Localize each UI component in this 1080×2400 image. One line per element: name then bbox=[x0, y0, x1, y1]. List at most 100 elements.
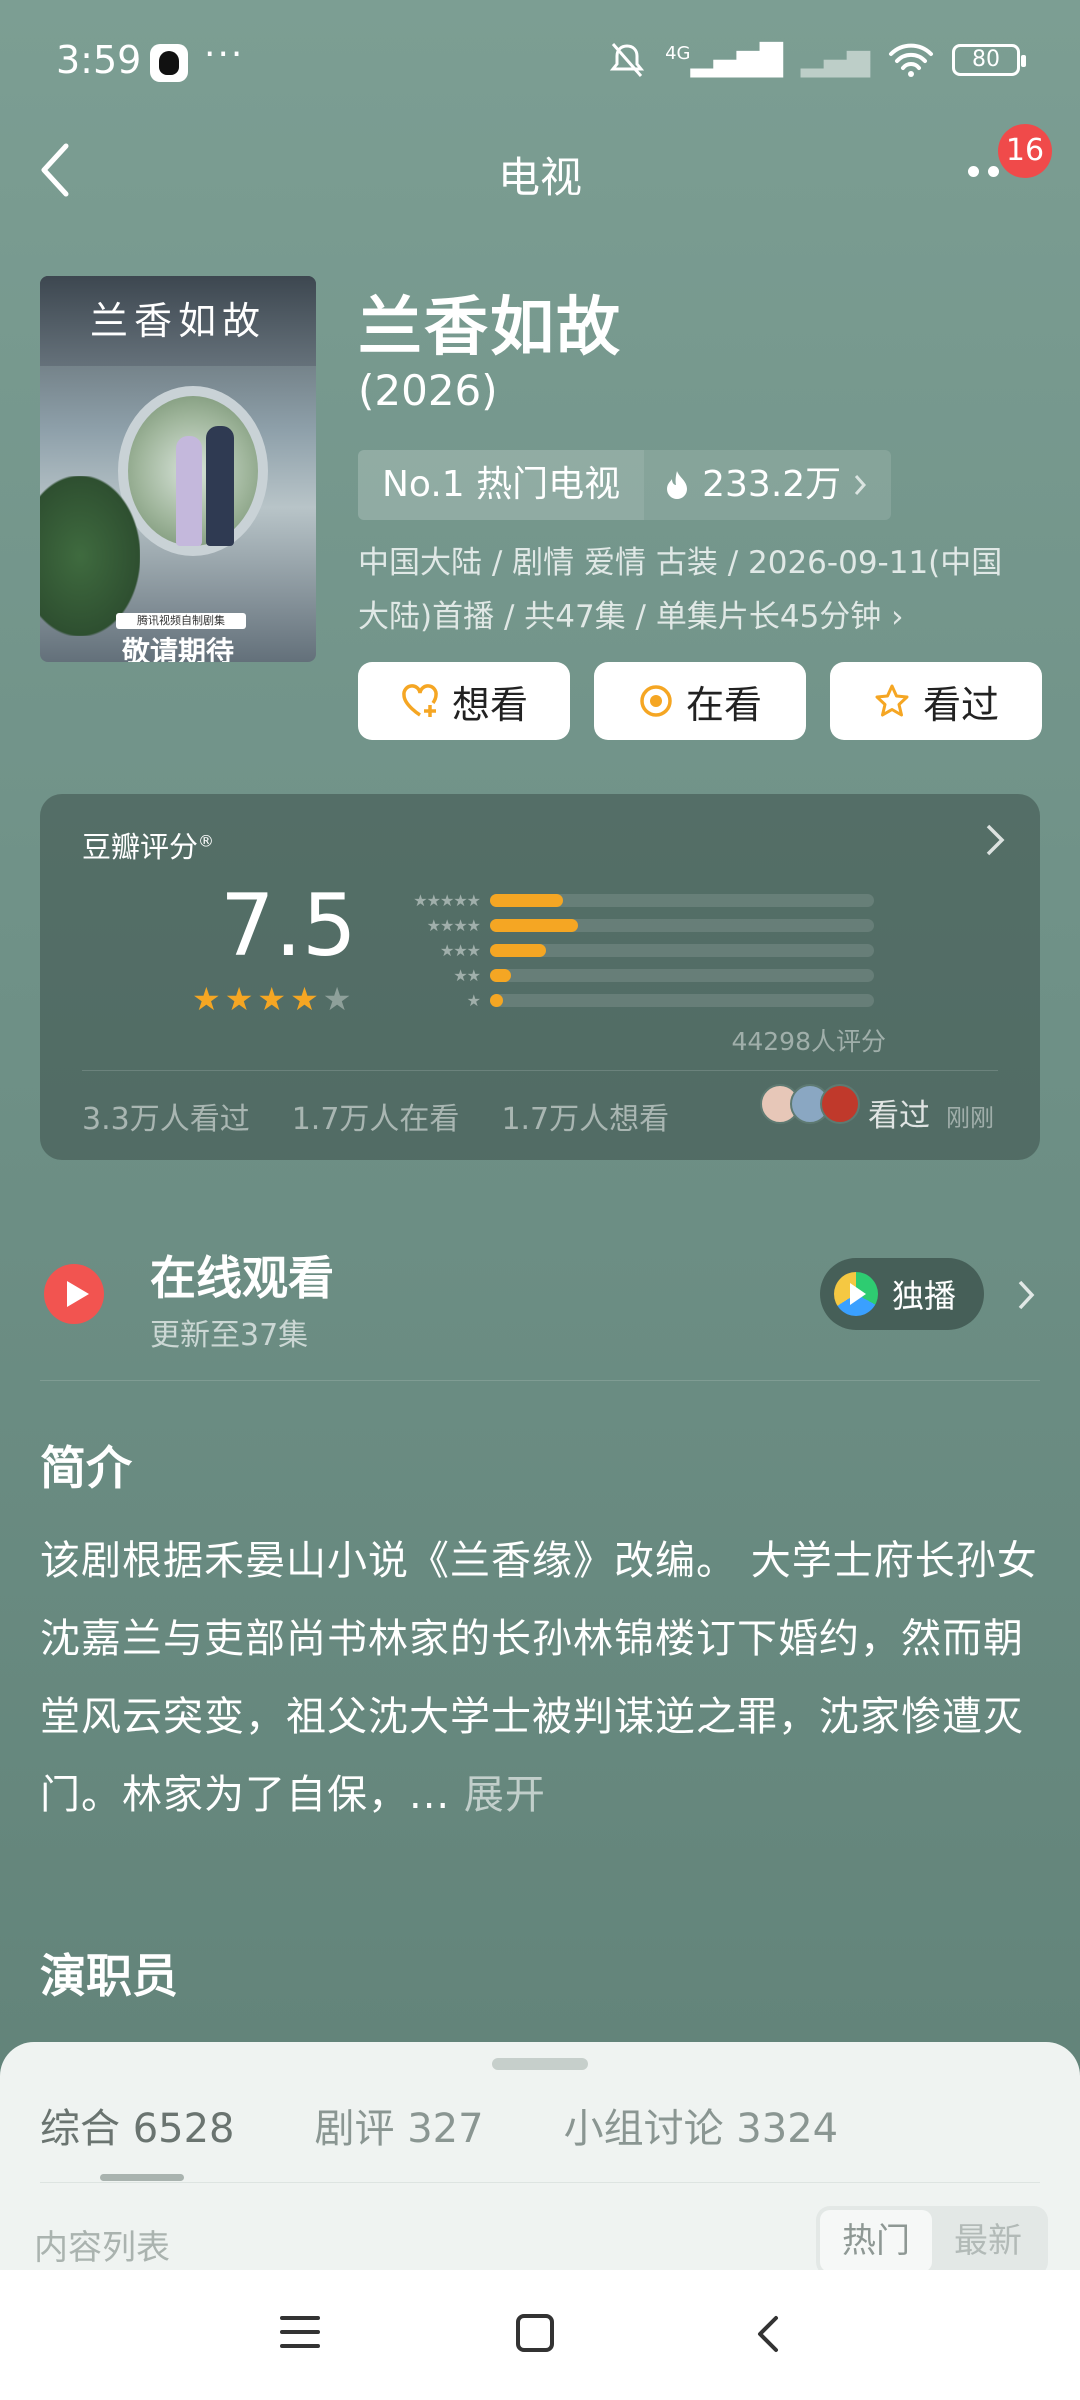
qq-notification-icon bbox=[150, 44, 188, 82]
distribution-track bbox=[490, 969, 874, 982]
want-button[interactable]: 想看 bbox=[358, 662, 570, 740]
watched-button[interactable]: 看过 bbox=[830, 662, 1042, 740]
distribution-track bbox=[490, 894, 874, 907]
rating-star: ★ bbox=[257, 980, 287, 1018]
watched-count: 3.3万人看过 bbox=[82, 1102, 250, 1137]
divider bbox=[40, 2182, 1040, 2183]
poster-title: 兰香如故 bbox=[89, 299, 266, 343]
friend-action: 看过 bbox=[868, 1098, 930, 1134]
home-icon[interactable] bbox=[516, 2314, 554, 2352]
signal-2-icon: ▂▄▆ bbox=[800, 42, 870, 78]
battery-icon: 80 bbox=[952, 44, 1026, 76]
poster-image[interactable]: 兰香如故 腾讯视频自制剧集 敬请期待 bbox=[40, 276, 316, 662]
rating-score: 7.5 bbox=[220, 876, 357, 976]
tab-group-discussion[interactable]: 小组讨论 3324 bbox=[564, 2096, 839, 2154]
rating-label: 豆瓣评分® bbox=[82, 830, 215, 864]
notification-badge: 16 bbox=[998, 124, 1052, 178]
mute-bell-icon bbox=[609, 43, 645, 77]
show-meta[interactable]: 中国大陆 / 剧情 爱情 古装 / 2026-09-11(中国 大陆)首播 / … bbox=[358, 536, 1038, 644]
status-icons: 4G▂▄▆█ ▂▄▆ 80 bbox=[607, 40, 1026, 80]
page-title: 电视 bbox=[497, 153, 582, 202]
distribution-stars: ★★ bbox=[453, 966, 481, 985]
system-nav-bar bbox=[0, 2270, 1080, 2400]
rating-star: ★ bbox=[290, 980, 319, 1018]
online-watch-row[interactable]: 在线观看 更新至37集 独播 bbox=[40, 1230, 1040, 1380]
sheet-tabs: 综合 6528 剧评 327 小组讨论 3324 bbox=[40, 2096, 838, 2154]
system-back-icon[interactable] bbox=[754, 2314, 782, 2354]
target-icon bbox=[640, 685, 672, 717]
rating-count: 44298人评分 bbox=[731, 1027, 886, 1056]
distribution-stars: ★★★★★ bbox=[413, 891, 481, 910]
meta-line-1: 中国大陆 / 剧情 爱情 古装 / 2026-09-11(中国 bbox=[358, 545, 1003, 581]
distribution-row: ★★★★★ bbox=[390, 888, 874, 913]
online-watch-title: 在线观看 bbox=[150, 1251, 334, 1305]
chevron-right-icon bbox=[855, 475, 867, 495]
rating-stars: ★ ★ ★ ★ ★ bbox=[192, 980, 351, 1018]
distribution-bar bbox=[490, 919, 579, 932]
chevron-right-icon[interactable] bbox=[1016, 1278, 1036, 1312]
exclusive-badge[interactable]: 独播 bbox=[820, 1258, 984, 1330]
distribution-track bbox=[490, 944, 874, 957]
friend-avatars[interactable] bbox=[760, 1084, 860, 1124]
chevron-right-icon[interactable] bbox=[984, 822, 1006, 858]
heat-value: 233.2万 bbox=[644, 450, 892, 520]
flame-icon bbox=[667, 471, 688, 499]
distribution-stars: ★★★ bbox=[439, 941, 481, 960]
tencent-video-icon bbox=[834, 1272, 878, 1316]
distribution-stars: ★★★★ bbox=[426, 916, 481, 935]
friend-time: 刚刚 bbox=[946, 1104, 994, 1132]
wifi-icon bbox=[889, 43, 933, 77]
tab-overview[interactable]: 综合 6528 bbox=[40, 2096, 235, 2154]
more-notifications-icon: ··· bbox=[204, 34, 245, 75]
meta-line-2: 大陆)首播 / 共47集 / 单集片长45分钟 › bbox=[358, 599, 904, 635]
distribution-row: ★★★★ bbox=[390, 913, 874, 938]
expand-link[interactable]: 展开 bbox=[464, 1772, 546, 1818]
divider bbox=[82, 1070, 998, 1071]
distribution-track bbox=[490, 994, 874, 1007]
rating-distribution: ★★★★★ ★★★★ ★★★ ★★ ★ bbox=[390, 888, 874, 1013]
star-outline-icon bbox=[875, 684, 909, 717]
distribution-bar bbox=[490, 994, 504, 1007]
distribution-stars: ★ bbox=[466, 991, 481, 1010]
rating-card[interactable]: 豆瓣评分® 7.5 ★ ★ ★ ★ ★ ★★★★★ ★★★★ ★★★ ★★ ★ 44298人评分… bbox=[40, 794, 1040, 1160]
avatar bbox=[820, 1084, 860, 1124]
sort-hot-button[interactable]: 热门 bbox=[820, 2210, 932, 2272]
distribution-bar bbox=[490, 944, 546, 957]
distribution-row: ★★★ bbox=[390, 938, 874, 963]
distribution-bar bbox=[490, 894, 563, 907]
sort-toggle: 热门 最新 bbox=[816, 2206, 1048, 2276]
rating-star: ★ bbox=[322, 980, 352, 1018]
status-time: 3:59 bbox=[56, 38, 142, 82]
rating-star: ★ bbox=[192, 980, 221, 1018]
want-count: 1.7万人想看 bbox=[501, 1102, 670, 1137]
distribution-bar bbox=[490, 969, 512, 982]
tab-reviews[interactable]: 剧评 327 bbox=[315, 2096, 484, 2154]
watching-button[interactable]: 在看 bbox=[594, 662, 806, 740]
divider bbox=[40, 1380, 1040, 1381]
synopsis-title: 简介 bbox=[40, 1441, 132, 1495]
rank-label: No.1 热门电视 bbox=[358, 450, 645, 520]
signal-icon: 4G▂▄▆█ bbox=[665, 42, 783, 78]
rating-star: ★ bbox=[224, 980, 254, 1018]
content-list-label: 内容列表 bbox=[34, 2228, 170, 2268]
play-icon bbox=[44, 1264, 104, 1324]
poster-tag: 腾讯视频自制剧集 bbox=[116, 613, 246, 629]
sort-new-button[interactable]: 最新 bbox=[932, 2210, 1044, 2272]
recent-apps-icon[interactable] bbox=[280, 2316, 320, 2350]
status-bar: 3:59 ··· 4G▂▄▆█ ▂▄▆ 80 bbox=[0, 0, 1080, 120]
distribution-track bbox=[490, 919, 874, 932]
rank-badge[interactable]: No.1 热门电视 233.2万 bbox=[358, 450, 892, 520]
show-title: 兰香如故 bbox=[358, 291, 622, 365]
action-buttons: 想看 在看 看过 bbox=[358, 662, 1042, 740]
tab-indicator bbox=[100, 2174, 184, 2181]
distribution-row: ★★ bbox=[390, 963, 874, 988]
synopsis-text: 该剧根据禾晏山小说《兰香缘》改编。 大学士府长孙女沈嘉兰与吏部尚书林家的长孙林锦… bbox=[40, 1538, 1038, 1818]
distribution-row: ★ bbox=[390, 988, 874, 1013]
online-watch-subtitle: 更新至37集 bbox=[150, 1318, 309, 1353]
drag-handle[interactable] bbox=[492, 2058, 588, 2070]
poster-subtitle: 敬请期待 bbox=[121, 635, 234, 662]
watching-count: 1.7万人在看 bbox=[291, 1102, 460, 1137]
heart-plus-icon bbox=[402, 684, 438, 717]
show-year: (2026) bbox=[358, 366, 498, 415]
rating-stats: 3.3万人看过 1.7万人在看 1.7万人想看 bbox=[82, 1094, 669, 1138]
